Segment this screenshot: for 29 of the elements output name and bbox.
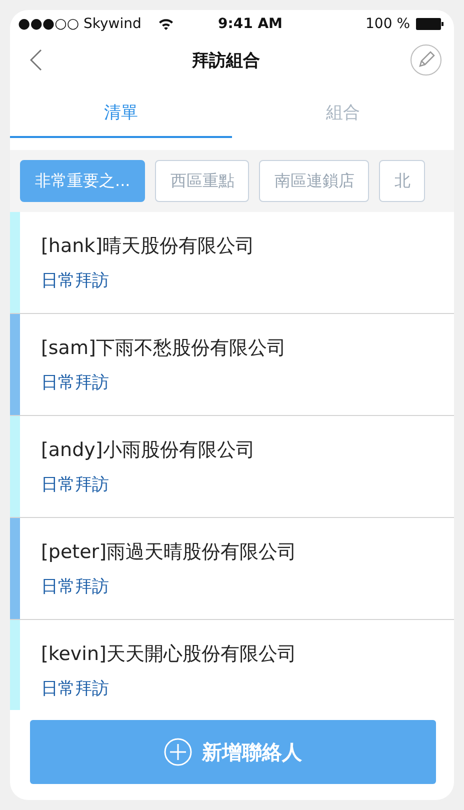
visit-type: 日常拜訪 (41, 270, 110, 292)
status-time: 9:41 AM (218, 16, 284, 32)
filter-chip[interactable]: 南區連鎖店 (259, 160, 370, 202)
visit-type: 日常拜訪 (41, 678, 110, 700)
pencil-icon[interactable] (410, 44, 442, 76)
visit-type: 日常拜訪 (41, 372, 110, 394)
battery-icon (416, 18, 444, 30)
contact-item[interactable]: [sam]下雨不愁股份有限公司 日常拜訪 (20, 314, 454, 415)
back-icon[interactable] (30, 49, 42, 71)
contact-item[interactable]: [peter]雨過天晴股份有限公司 日常拜訪 (20, 518, 454, 619)
wifi-icon (158, 18, 174, 30)
carrier-text: ●●●○○ Skywind (18, 16, 142, 32)
plus-icon (164, 738, 192, 766)
visit-type: 日常拜訪 (41, 474, 110, 496)
add-contact-button[interactable]: 新增聯絡人 (30, 720, 436, 784)
company-name: [kevin]天天開心股份有限公司 (41, 642, 298, 667)
contact-item[interactable]: [kevin]天天開心股份有限公司 日常拜訪 (20, 620, 454, 710)
page-title: 拜訪組合 (190, 50, 261, 72)
company-name: [andy]小雨股份有限公司 (41, 438, 256, 463)
company-name: [peter]雨過天晴股份有限公司 (41, 540, 298, 565)
filter-chip[interactable]: 非常重要之... (20, 160, 146, 202)
battery-text: 100 % (366, 16, 410, 32)
contact-item[interactable]: [andy]小雨股份有限公司 日常拜訪 (20, 416, 454, 517)
filter-chip[interactable]: 北 (379, 160, 426, 202)
company-name: [sam]下雨不愁股份有限公司 (41, 336, 287, 361)
contact-item[interactable]: [hank]晴天股份有限公司 日常拜訪 (20, 212, 454, 313)
company-name: [hank]晴天股份有限公司 (41, 234, 256, 259)
visit-type: 日常拜訪 (41, 576, 110, 598)
filter-chip[interactable]: 西區重點 (155, 160, 250, 202)
